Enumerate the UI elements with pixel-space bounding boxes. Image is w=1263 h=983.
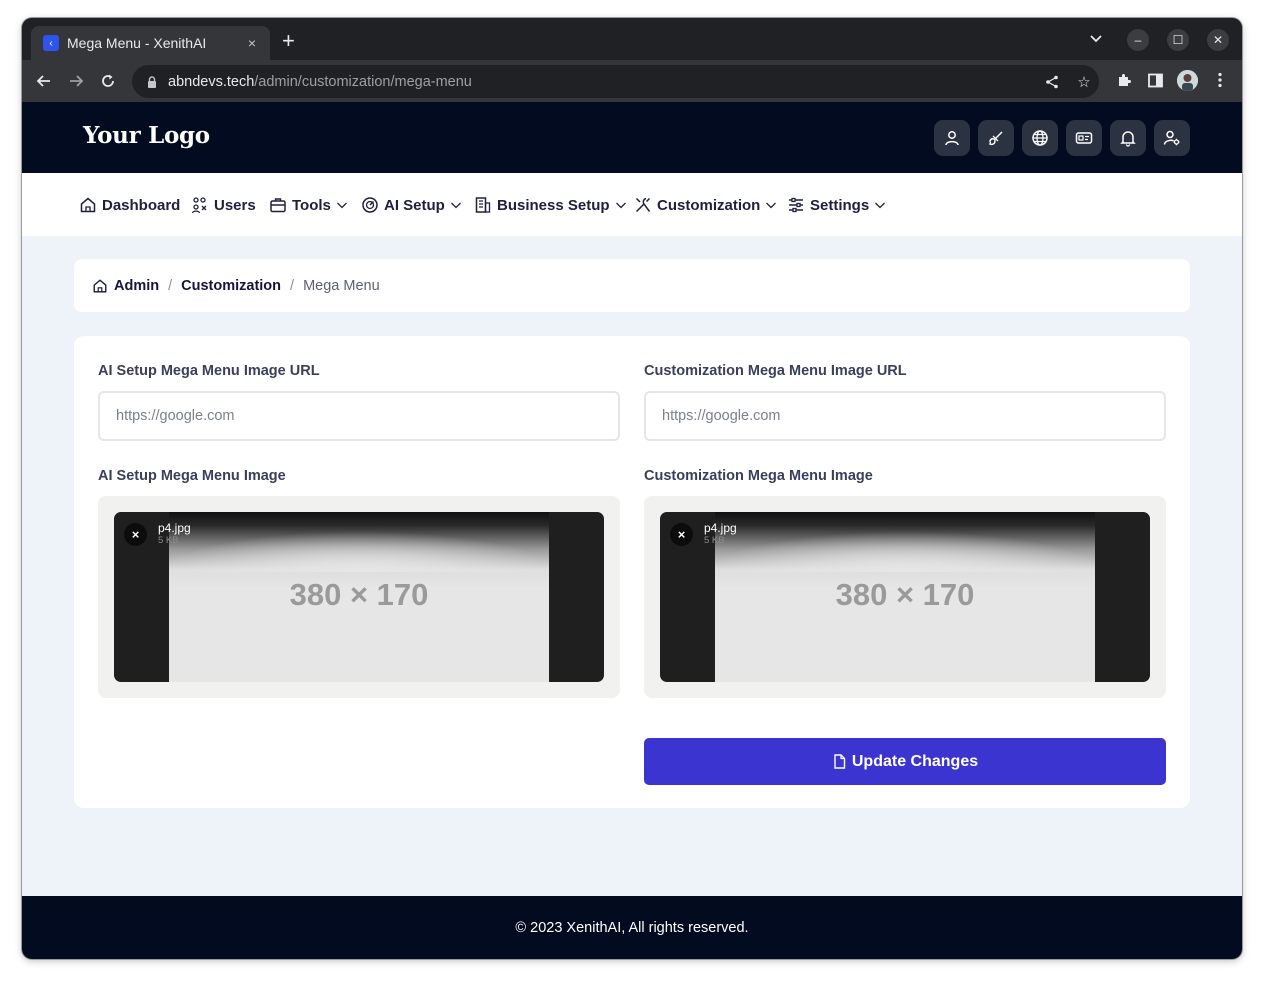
nav-label: AI Setup — [384, 196, 445, 214]
globe-icon[interactable] — [1022, 120, 1058, 156]
browser-tab[interactable]: ‹ Mega Menu - XenithAI × — [31, 26, 270, 60]
browser-toolbar: abndevs.tech/admin/customization/mega-me… — [22, 60, 1242, 102]
browser-window: ‹ Mega Menu - XenithAI × + – ☐ ✕ abndevs… — [22, 18, 1242, 959]
nav-label: Users — [214, 196, 256, 214]
bell-icon[interactable] — [1110, 120, 1146, 156]
customization-url-label: Customization Mega Menu Image URL — [644, 363, 907, 379]
ai-image-label: AI Setup Mega Menu Image — [98, 468, 286, 484]
address-bar[interactable]: abndevs.tech/admin/customization/mega-me… — [132, 65, 1099, 98]
briefcase-icon — [270, 198, 286, 213]
image-preview: 380 × 170 × p4.jpg 5 KB — [660, 512, 1150, 682]
browser-menu-icon[interactable] — [1210, 70, 1230, 90]
nav-customization[interactable]: Customization — [634, 194, 777, 216]
maximize-button[interactable]: ☐ — [1167, 29, 1189, 51]
update-changes-label: Update Changes — [851, 752, 979, 770]
reload-icon[interactable] — [97, 70, 119, 92]
ai-url-label: AI Setup Mega Menu Image URL — [98, 363, 320, 379]
file-size: 5 KB — [158, 535, 179, 546]
chevron-down-icon — [615, 202, 626, 209]
site-footer: © 2023 XenithAI, All rights reserved. — [22, 896, 1242, 959]
main-navigation: Dashboard Users Tools AI Setup Business … — [22, 173, 1242, 236]
id-card-icon[interactable] — [1066, 120, 1102, 156]
breadcrumb-separator: / — [168, 277, 173, 294]
tab-strip: ‹ Mega Menu - XenithAI × + – ☐ ✕ — [22, 18, 1242, 60]
user-settings-icon[interactable] — [1154, 120, 1190, 156]
breadcrumb-separator: / — [290, 277, 295, 294]
back-arrow-icon[interactable] — [33, 70, 55, 92]
new-tab-button[interactable]: + — [282, 30, 295, 52]
site-logo[interactable]: Your Logo — [83, 122, 210, 149]
nav-label: Dashboard — [102, 196, 181, 214]
preview-dimensions: 380 × 170 — [289, 577, 429, 612]
file-name: p4.jpg — [158, 521, 191, 535]
file-name: p4.jpg — [704, 521, 737, 535]
web-page: Your Logo Dashboard Users Tools AI Setup… — [22, 102, 1242, 959]
home-icon[interactable] — [92, 278, 108, 294]
ai-url-input[interactable] — [98, 391, 620, 441]
extensions-puzzle-icon[interactable] — [1114, 70, 1134, 90]
nav-business-setup[interactable]: Business Setup — [474, 194, 627, 216]
bookmark-star-icon[interactable]: ☆ — [1075, 73, 1093, 91]
brush-icon[interactable] — [978, 120, 1014, 156]
nav-ai-setup[interactable]: AI Setup — [361, 194, 462, 216]
file-icon — [834, 754, 846, 769]
tools-icon — [635, 197, 651, 213]
share-icon[interactable] — [1043, 73, 1061, 91]
tab-close-icon[interactable]: × — [244, 35, 260, 51]
preview-dimensions: 380 × 170 — [835, 577, 975, 612]
chevron-down-icon — [875, 202, 886, 209]
nav-label: Business Setup — [497, 196, 610, 214]
url-path: /admin/customization/mega-menu — [254, 73, 472, 90]
user-icon[interactable] — [934, 120, 970, 156]
users-icon — [191, 197, 207, 214]
nav-label: Customization — [657, 196, 761, 214]
customization-image-dropzone[interactable]: 380 × 170 × p4.jpg 5 KB — [644, 496, 1166, 698]
copyright-text: © 2023 XenithAI, All rights reserved. — [515, 919, 749, 936]
customization-image-label: Customization Mega Menu Image — [644, 468, 873, 484]
image-preview: 380 × 170 × p4.jpg 5 KB — [114, 512, 604, 682]
chevron-down-icon — [766, 202, 777, 209]
file-size: 5 KB — [704, 535, 725, 546]
nav-tools[interactable]: Tools — [269, 194, 348, 216]
nav-label: Tools — [292, 196, 331, 214]
gauge-icon — [362, 197, 378, 213]
favicon-icon: ‹ — [43, 35, 59, 51]
remove-file-button[interactable]: × — [670, 523, 693, 546]
tab-title: Mega Menu - XenithAI — [67, 35, 207, 51]
nav-users[interactable]: Users — [191, 194, 256, 216]
update-changes-button[interactable]: Update Changes — [644, 738, 1166, 785]
home-icon — [80, 197, 96, 213]
minimize-button[interactable]: – — [1127, 29, 1149, 51]
nav-settings[interactable]: Settings — [787, 194, 886, 216]
mega-menu-form-card: AI Setup Mega Menu Image URL Customizati… — [74, 336, 1190, 808]
breadcrumb-admin[interactable]: Admin — [114, 278, 159, 294]
sliders-icon — [789, 197, 803, 213]
lock-icon — [148, 75, 156, 88]
nav-dashboard[interactable]: Dashboard — [79, 194, 180, 216]
customization-url-input[interactable] — [644, 391, 1166, 441]
ai-image-dropzone[interactable]: 380 × 170 × p4.jpg 5 KB — [98, 496, 620, 698]
building-icon — [475, 197, 491, 213]
nav-label: Settings — [810, 196, 870, 214]
remove-file-button[interactable]: × — [124, 523, 147, 546]
breadcrumb: Admin / Customization / Mega Menu — [74, 259, 1190, 312]
tab-search-chevron-icon[interactable] — [1090, 31, 1102, 47]
breadcrumb-current: Mega Menu — [303, 277, 380, 294]
close-window-button[interactable]: ✕ — [1207, 29, 1229, 51]
forward-arrow-icon[interactable] — [65, 70, 87, 92]
chevron-down-icon — [450, 202, 461, 209]
side-panel-icon[interactable] — [1145, 70, 1165, 90]
chevron-down-icon — [336, 202, 347, 209]
breadcrumb-customization[interactable]: Customization — [181, 278, 281, 294]
profile-avatar[interactable] — [1177, 70, 1198, 91]
site-header: Your Logo — [22, 102, 1242, 173]
url-host: abndevs.tech — [168, 73, 255, 90]
